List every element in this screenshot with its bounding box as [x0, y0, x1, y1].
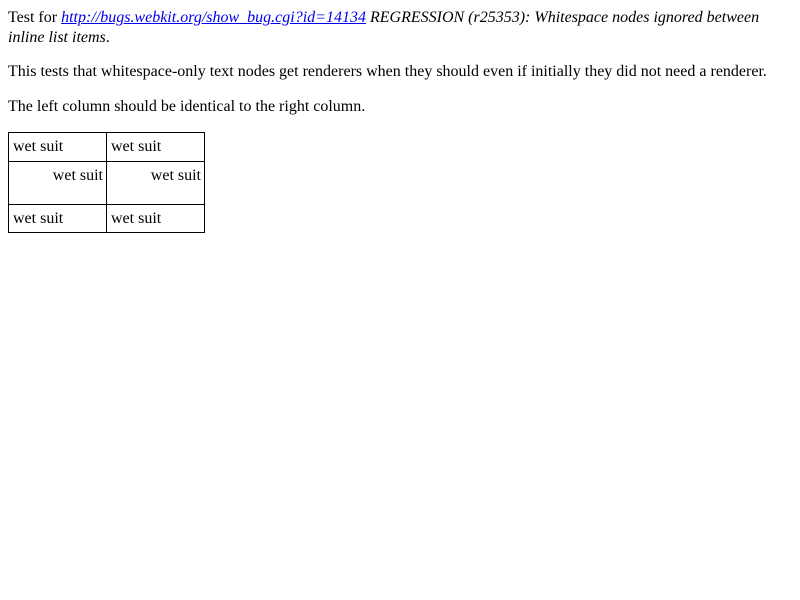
- description-text: This tests that whitespace-only text nod…: [8, 63, 767, 80]
- page: Test for http://bugs.webkit.org/show_bug…: [0, 0, 800, 600]
- comparison-columns: wet suit wet suit wet suit wet suit wet …: [8, 132, 205, 233]
- left-column-item: wet suit: [8, 161, 107, 205]
- intro-prefix: Test for: [8, 9, 62, 26]
- right-column-item: wet suit: [106, 161, 205, 205]
- intro-paragraph: Test for http://bugs.webkit.org/show_bug…: [8, 8, 798, 48]
- intro-end: .: [105, 29, 110, 46]
- left-column-item: wet suit: [8, 132, 107, 162]
- right-item-2-text: wet suit: [150, 167, 201, 184]
- instruction-text: The left column should be identical to t…: [8, 98, 366, 115]
- right-item-1-text: wet suit: [111, 138, 162, 155]
- left-item-2-text: wet suit: [52, 167, 103, 184]
- right-column-item: wet suit: [106, 204, 205, 233]
- bug-link[interactable]: http://bugs.webkit.org/show_bug.cgi?id=1…: [61, 9, 366, 26]
- left-column-item: wet suit: [8, 204, 107, 233]
- left-item-1-text: wet suit: [13, 138, 64, 155]
- left-item-3-text: wet suit: [13, 210, 64, 227]
- right-column-item: wet suit: [106, 132, 205, 162]
- right-item-3-text: wet suit: [111, 210, 162, 227]
